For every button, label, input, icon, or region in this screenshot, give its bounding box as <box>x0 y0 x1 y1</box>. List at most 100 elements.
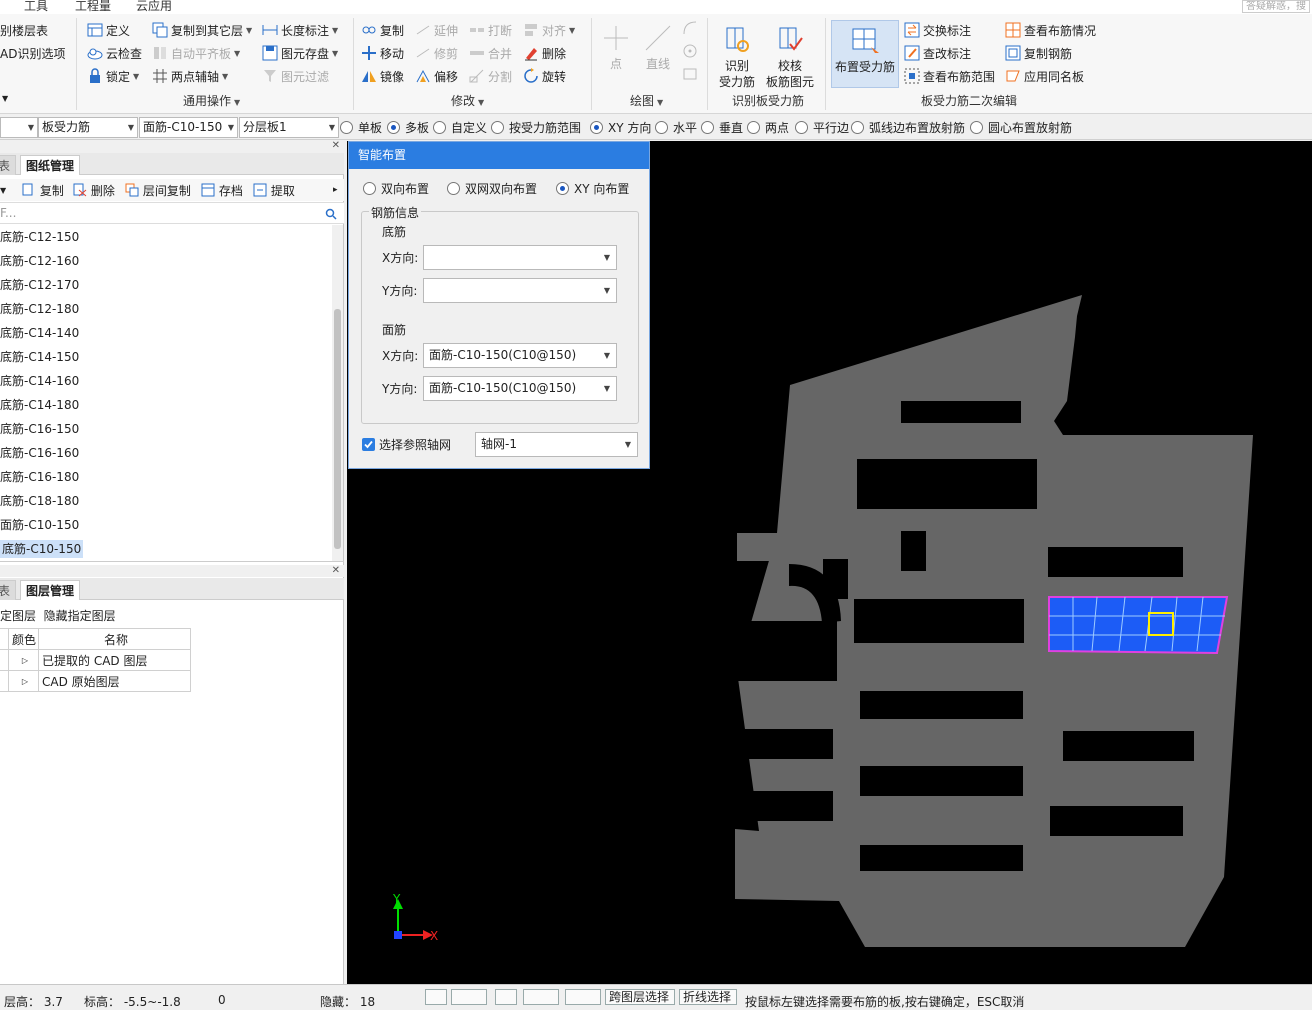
tab-drawing-manage[interactable]: 图纸管理 <box>20 155 81 175</box>
list-search-input[interactable]: F... <box>0 206 16 220</box>
edit-label-button[interactable]: 查改标注 <box>904 43 971 63</box>
direction-radio[interactable]: 水平 <box>655 119 697 136</box>
more-icon[interactable]: ▸ <box>333 185 338 195</box>
bottom-y-select[interactable]: ▼ <box>423 278 617 303</box>
direction-radio[interactable]: XY 方向 <box>590 119 651 136</box>
menu-tools[interactable]: 工具 <box>24 0 48 14</box>
angle-snap-toggle[interactable] <box>523 989 559 1005</box>
chevron-down-icon[interactable]: ▼ <box>2 94 8 103</box>
search-icon[interactable] <box>325 208 337 220</box>
show-layer-link[interactable]: 定图层 <box>0 609 36 623</box>
rotate-button[interactable]: 旋转 <box>523 66 566 86</box>
swap-label-button[interactable]: 交换标注 <box>904 20 971 40</box>
direction-radio[interactable]: 两点 <box>747 119 789 136</box>
placement-mode-radio[interactable]: 按受力筋范围 <box>491 119 581 136</box>
offset-toggle[interactable] <box>565 989 601 1005</box>
list-scrollbar[interactable] <box>332 225 343 561</box>
top-y-select[interactable]: 面筋-C10-150(C10@150) ▼ <box>423 376 617 401</box>
define-button[interactable]: 定义 <box>87 20 130 40</box>
polyline-select-button[interactable]: 折线选择 <box>679 989 737 1005</box>
tab-table[interactable]: 表 <box>0 580 17 600</box>
direction-radio[interactable]: 弧线边布置放射筋 <box>851 119 965 136</box>
copy-rebar-button[interactable]: 复制钢筋 <box>1005 43 1072 63</box>
mode-bidirectional[interactable]: 双向布置 <box>363 180 429 197</box>
hide-layer-link[interactable]: 隐藏指定图层 <box>44 609 116 623</box>
copy-button[interactable]: 复制 <box>361 20 404 40</box>
floor-combo[interactable]: ▼ <box>0 117 38 138</box>
bottom-x-select[interactable]: ▼ <box>423 245 617 270</box>
copy-between-floors-button[interactable]: 层间复制 <box>125 182 191 199</box>
list-item[interactable]: 底筋-C16-160 <box>0 441 332 465</box>
list-item[interactable]: 底筋-C14-150 <box>0 345 332 369</box>
offset-button[interactable]: 偏移 <box>415 66 458 86</box>
top-x-select[interactable]: 面筋-C10-150(C10@150) ▼ <box>423 343 617 368</box>
point-button[interactable]: 点 <box>598 22 634 72</box>
element-type-combo[interactable]: 板受力筋 ▼ <box>38 117 138 138</box>
table-row[interactable]: ▷ CAD 原始图层 <box>0 670 191 692</box>
placement-mode-radio[interactable]: 单板 <box>340 119 382 136</box>
list-item[interactable]: 底筋-C12-160 <box>0 249 332 273</box>
element-filter-button[interactable]: 图元过滤 <box>262 66 329 86</box>
snap-toggle[interactable] <box>451 989 487 1005</box>
cloud-check-button[interactable]: 云检查 <box>87 43 142 63</box>
list-item[interactable]: 底筋-C16-150 <box>0 417 332 441</box>
list-item[interactable]: 底筋-C16-180 <box>0 465 332 489</box>
scroll-thumb[interactable] <box>334 309 341 549</box>
mode-dual-net[interactable]: 双网双向布置 <box>447 180 537 197</box>
tab-layer-manage[interactable]: 图层管理 <box>20 580 81 600</box>
selected-slab[interactable] <box>1048 596 1229 655</box>
lock-button[interactable]: 锁定 ▼ <box>87 66 139 86</box>
align-button[interactable]: 对齐 ▼ <box>523 20 575 40</box>
placement-mode-radio[interactable]: 多板 <box>387 119 429 136</box>
break-button[interactable]: 打断 <box>469 20 512 40</box>
two-point-axis-button[interactable]: 两点辅轴 ▼ <box>152 66 228 86</box>
list-item[interactable]: 底筋-C18-180 <box>0 489 332 513</box>
apply-same-slab-button[interactable]: 应用同名板 <box>1005 66 1084 86</box>
extend-button[interactable]: 延伸 <box>415 20 458 40</box>
view-rebar-status-button[interactable]: 查看布筋情况 <box>1005 20 1096 40</box>
length-dimension-button[interactable]: 长度标注 ▼ <box>262 20 338 40</box>
element-name-combo[interactable]: 面筋-C10-150 ▼ <box>139 117 238 138</box>
close-icon[interactable]: ✕ <box>332 565 340 576</box>
list-item[interactable]: 底筋-C14-180 <box>0 393 332 417</box>
cross-layer-select-button[interactable]: 跨图层选择 <box>605 989 675 1005</box>
trim-button[interactable]: 修剪 <box>415 43 458 63</box>
list-item[interactable]: 底筋-C14-140 <box>0 321 332 345</box>
ref-axis-checkbox[interactable]: 选择参照轴网 <box>362 436 451 453</box>
list-item[interactable]: 底筋-C12-150 <box>0 225 332 249</box>
list-item[interactable]: 底筋-C14-160 <box>0 369 332 393</box>
mirror-button[interactable]: 镜像 <box>361 66 404 86</box>
slab-layer-combo[interactable]: 分层板1 ▼ <box>239 117 339 138</box>
direction-radio[interactable]: 平行边 <box>795 119 849 136</box>
archive-button[interactable]: 存档 <box>201 182 243 199</box>
move-button[interactable]: 移动 <box>361 43 404 63</box>
auto-align-slab-button[interactable]: 自动平齐板 ▼ <box>152 43 240 63</box>
menu-cloud[interactable]: 云应用 <box>136 0 172 14</box>
floor-table-button[interactable]: 别楼层表 <box>0 20 48 40</box>
tab-table[interactable]: 表 <box>0 155 17 175</box>
circle-icon[interactable] <box>682 43 698 62</box>
split-button[interactable]: 分割 <box>469 66 512 86</box>
close-icon[interactable]: ✕ <box>332 140 340 151</box>
dynamic-input-toggle[interactable] <box>495 989 517 1005</box>
delete-item-button[interactable]: 删除 <box>73 182 115 199</box>
extract-button[interactable]: 提取 <box>253 182 295 199</box>
chevron-down-icon[interactable]: ▼ <box>0 186 6 195</box>
element-save-button[interactable]: 图元存盘 ▼ <box>262 43 338 63</box>
table-row[interactable]: ▷ 已提取的 CAD 图层 <box>0 649 191 671</box>
direction-radio[interactable]: 圆心布置放射筋 <box>970 119 1072 136</box>
menu-quantity[interactable]: 工程量 <box>75 0 111 14</box>
rectangle-icon[interactable] <box>682 66 698 85</box>
place-rebar-button[interactable]: 布置受力筋 <box>831 20 899 88</box>
list-item[interactable]: 底筋-C12-170 <box>0 273 332 297</box>
list-item[interactable]: 面筋-C10-150 <box>0 513 332 537</box>
ortho-toggle[interactable] <box>425 989 447 1005</box>
list-item[interactable]: 底筋-C12-180 <box>0 297 332 321</box>
search-input[interactable]: 答疑解惑，搜 <box>1242 0 1310 13</box>
cad-options-button[interactable]: AD识别选项 <box>0 43 65 63</box>
copy-to-floor-button[interactable]: 复制到其它层 ▼ <box>152 20 252 40</box>
expand-icon[interactable]: ▷ <box>8 649 39 671</box>
ref-axis-select[interactable]: 轴网-1 ▼ <box>475 432 638 457</box>
delete-button[interactable]: 删除 <box>523 43 566 63</box>
direction-radio[interactable]: 垂直 <box>701 119 743 136</box>
